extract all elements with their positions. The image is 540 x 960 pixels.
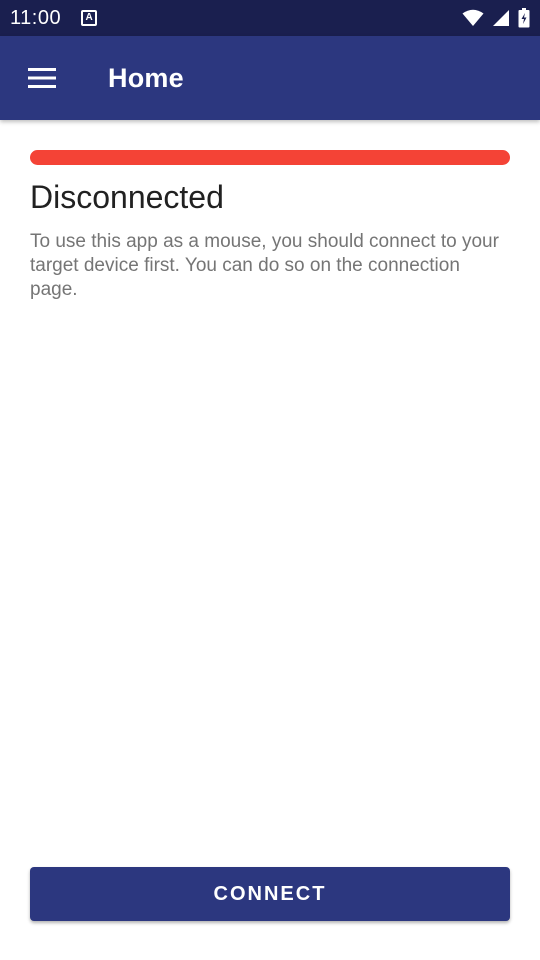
- connection-status-indicator: [30, 150, 510, 165]
- page-title: Home: [108, 62, 184, 93]
- menu-button[interactable]: [0, 36, 84, 120]
- status-time: 11:00: [10, 6, 62, 29]
- connection-status-title: Disconnected: [30, 179, 224, 215]
- a-notification-icon: A: [81, 10, 98, 26]
- battery-charging-icon: [518, 8, 530, 28]
- app-bar: Home: [0, 36, 540, 120]
- status-icons: [462, 8, 530, 28]
- connect-button[interactable]: CONNECT: [30, 867, 510, 921]
- hamburger-menu-icon: [28, 68, 56, 88]
- connection-status-description: To use this app as a mouse, you should c…: [30, 231, 499, 300]
- wifi-icon: [462, 9, 484, 27]
- status-bar: 11:00 A: [0, 0, 540, 36]
- signal-icon: [492, 9, 510, 27]
- connection-status-panel: Disconnected To use this app as a mouse,…: [30, 150, 510, 302]
